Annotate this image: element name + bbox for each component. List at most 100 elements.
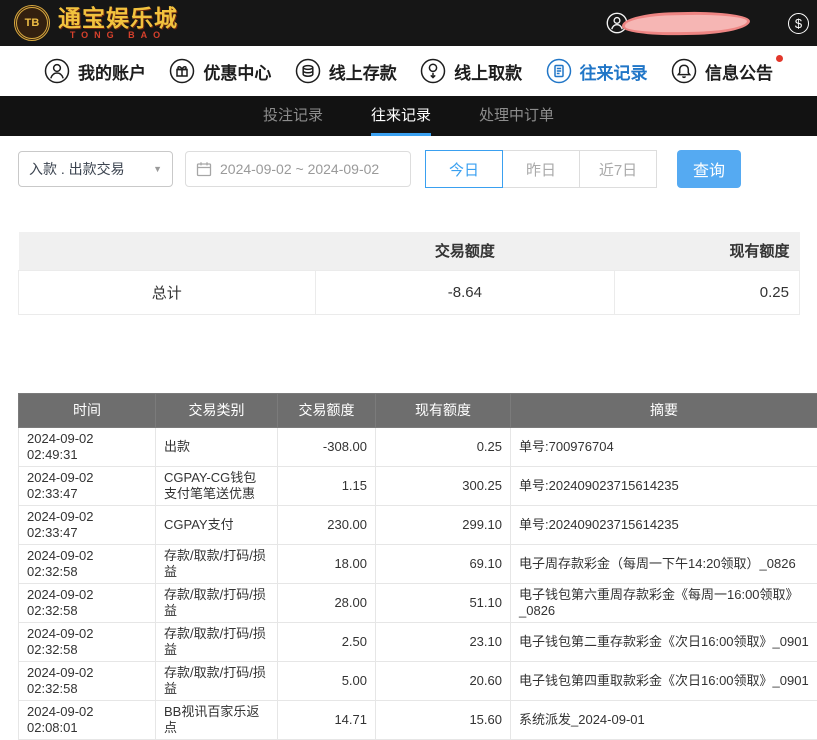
table-row: 2024-09-02 02:32:58 存款/取款/打码/损益 28.00 51… — [19, 583, 817, 622]
table-row: 2024-09-02 02:08:01 BB视讯百家乐返点 14.71 15.6… — [19, 700, 817, 739]
brand-title: 通宝娱乐城 — [58, 6, 178, 30]
summary-section: 交易额度 现有额度 总计 -8.64 0.25 — [18, 232, 800, 315]
cell-summary: 电子钱包第六重周存款彩金《每周一16:00领取》_0826 — [511, 583, 817, 622]
records-icon — [546, 58, 572, 84]
table-row: 2024-09-02 02:49:31 出款 -308.00 0.25 单号:7… — [19, 427, 817, 466]
table-row: 2024-09-02 02:33:47 CGPAY支付 230.00 299.1… — [19, 505, 817, 544]
nav-label: 往来记录 — [580, 59, 648, 84]
nav-item-withdraw[interactable]: 线上取款 — [420, 58, 522, 84]
cell-time: 2024-09-02 02:32:58 — [19, 622, 156, 661]
transactions-table: 时间 交易类别 交易额度 现有额度 摘要 2024-09-02 02:49:31… — [18, 393, 817, 740]
table-row: 2024-09-02 02:33:47 CGPAY-CG钱包支付笔笔送优惠 1.… — [19, 466, 817, 505]
cell-balance: 20.60 — [376, 661, 511, 700]
cell-summary: 电子钱包第二重存款彩金《次日16:00领取》_0901 — [511, 622, 817, 661]
yesterday-button[interactable]: 昨日 — [502, 150, 580, 188]
cell-summary: 单号:700976704 — [511, 427, 817, 466]
date-range-value: 2024-09-02 ~ 2024-09-02 — [220, 161, 379, 177]
cell-type: 存款/取款/打码/损益 — [156, 661, 278, 700]
cell-balance: 299.10 — [376, 505, 511, 544]
nav-label: 信息公告 — [705, 59, 773, 84]
table-header-row: 时间 交易类别 交易额度 现有额度 摘要 — [19, 393, 817, 427]
sub-nav: 投注记录 往来记录 处理中订单 — [0, 96, 817, 136]
top-bar: TB 通宝娱乐城 TONG BAO $ — [0, 0, 817, 46]
cell-time: 2024-09-02 02:32:58 — [19, 583, 156, 622]
cell-summary: 电子钱包第四重取款彩金《次日16:00领取》_0901 — [511, 661, 817, 700]
nav-item-promotions[interactable]: 优惠中心 — [169, 58, 271, 84]
last7days-button[interactable]: 近7日 — [579, 150, 657, 188]
brand-logo: 通宝娱乐城 TONG BAO — [58, 6, 178, 40]
nav-item-announcements[interactable]: 信息公告 — [671, 58, 773, 84]
cell-balance: 300.25 — [376, 466, 511, 505]
cell-amount: 28.00 — [278, 583, 376, 622]
cell-time: 2024-09-02 02:32:58 — [19, 544, 156, 583]
chevron-down-icon: ▼ — [153, 164, 162, 174]
cell-balance: 15.60 — [376, 700, 511, 739]
cell-amount: 14.71 — [278, 700, 376, 739]
header-time: 时间 — [19, 393, 156, 427]
cell-balance: 0.25 — [376, 427, 511, 466]
cell-type: CGPAY-CG钱包支付笔笔送优惠 — [156, 466, 278, 505]
cell-summary: 单号:202409023715614235 — [511, 466, 817, 505]
balance-currency-icon[interactable]: $ — [788, 13, 809, 34]
cell-summary: 单号:202409023715614235 — [511, 505, 817, 544]
nav-label: 线上存款 — [329, 59, 397, 84]
search-button[interactable]: 查询 — [677, 150, 741, 188]
cell-balance: 69.10 — [376, 544, 511, 583]
bell-icon — [671, 58, 697, 84]
cell-type: 存款/取款/打码/损益 — [156, 622, 278, 661]
brand-subtitle: TONG BAO — [58, 30, 178, 40]
nav-item-deposit[interactable]: 线上存款 — [295, 58, 397, 84]
redacted-username — [622, 10, 750, 35]
cell-balance: 51.10 — [376, 583, 511, 622]
tab-betting-records[interactable]: 投注记录 — [263, 96, 323, 136]
cell-amount: 5.00 — [278, 661, 376, 700]
cell-type: 出款 — [156, 427, 278, 466]
summary-total-label: 总计 — [19, 270, 316, 314]
cell-amount: 230.00 — [278, 505, 376, 544]
date-range-input[interactable]: 2024-09-02 ~ 2024-09-02 — [185, 151, 411, 187]
gift-icon — [169, 58, 195, 84]
today-button[interactable]: 今日 — [425, 150, 503, 188]
nav-label: 优惠中心 — [203, 59, 271, 84]
cell-time: 2024-09-02 02:33:47 — [19, 466, 156, 505]
table-row: 2024-09-02 02:32:58 存款/取款/打码/损益 2.50 23.… — [19, 622, 817, 661]
cell-time: 2024-09-02 02:32:58 — [19, 661, 156, 700]
cell-time: 2024-09-02 02:33:47 — [19, 505, 156, 544]
account-icon — [44, 58, 70, 84]
withdraw-coin-icon — [420, 58, 446, 84]
filter-bar: 入款 . 出款交易 ▼ 2024-09-02 ~ 2024-09-02 今日 昨… — [0, 136, 817, 188]
header-type: 交易类别 — [156, 393, 278, 427]
cell-type: 存款/取款/打码/损益 — [156, 583, 278, 622]
cell-amount: 1.15 — [278, 466, 376, 505]
main-nav: 我的账户 优惠中心 线上存款 线上取款 — [0, 46, 817, 96]
cell-type: CGPAY支付 — [156, 505, 278, 544]
nav-label: 我的账户 — [78, 59, 146, 84]
cell-amount: 2.50 — [278, 622, 376, 661]
calendar-icon — [196, 161, 212, 177]
cell-summary: 电子周存款彩金（每周一下午14:20领取）_0826 — [511, 544, 817, 583]
cell-time: 2024-09-02 02:08:01 — [19, 700, 156, 739]
header-summary: 摘要 — [511, 393, 817, 427]
brand-chip-icon: TB — [14, 5, 50, 41]
topbar-right: $ — [606, 0, 809, 46]
nav-item-my-account[interactable]: 我的账户 — [44, 58, 146, 84]
table-row: 2024-09-02 02:32:58 存款/取款/打码/损益 18.00 69… — [19, 544, 817, 583]
cell-type: 存款/取款/打码/损益 — [156, 544, 278, 583]
notification-dot — [776, 55, 783, 62]
transaction-type-select[interactable]: 入款 . 出款交易 ▼ — [18, 151, 173, 187]
cell-time: 2024-09-02 02:49:31 — [19, 427, 156, 466]
summary-total-amount: -8.64 — [315, 270, 615, 314]
select-value: 入款 . 出款交易 — [29, 159, 125, 179]
quick-range-group: 今日 昨日 近7日 — [425, 150, 657, 188]
cell-summary: 系统派发_2024-09-01 — [511, 700, 817, 739]
tab-transaction-records[interactable]: 往来记录 — [371, 96, 431, 136]
header-balance: 现有额度 — [376, 393, 511, 427]
deposit-coins-icon — [295, 58, 321, 84]
summary-col-amount: 交易额度 — [315, 232, 615, 270]
summary-col-balance: 现有额度 — [615, 232, 800, 270]
cell-balance: 23.10 — [376, 622, 511, 661]
header-amount: 交易额度 — [278, 393, 376, 427]
tab-processing-orders[interactable]: 处理中订单 — [479, 96, 554, 136]
summary-header-row: 交易额度 现有额度 — [19, 232, 800, 270]
nav-item-transaction-records[interactable]: 往来记录 — [546, 58, 648, 84]
